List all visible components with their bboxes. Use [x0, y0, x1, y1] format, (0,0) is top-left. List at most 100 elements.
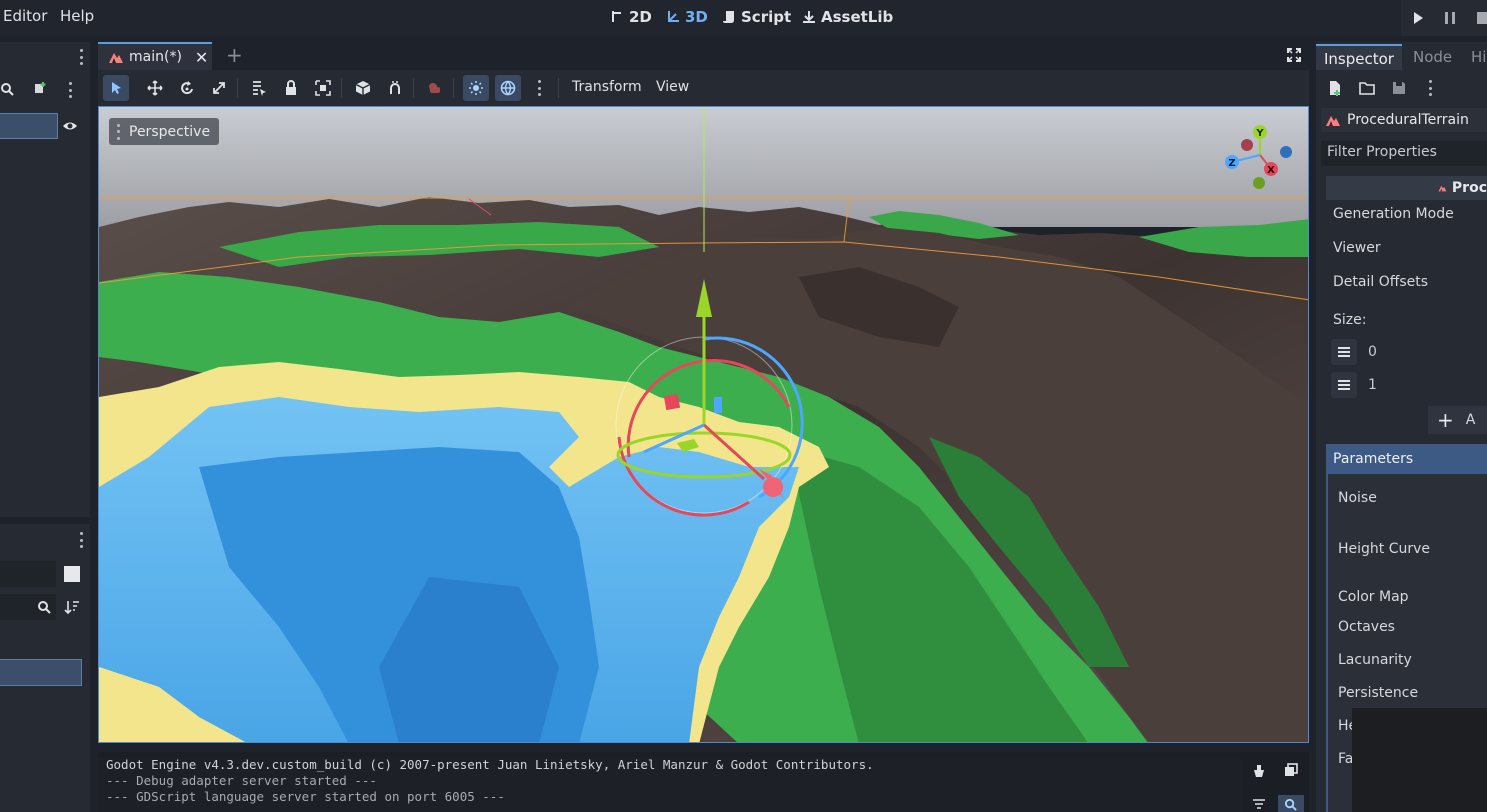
3d-viewport[interactable]: Y X Z Perspective	[98, 106, 1309, 743]
menu-help[interactable]: Help	[60, 7, 94, 25]
prop-lacunarity[interactable]: Lacunarity	[1338, 652, 1412, 668]
path-field[interactable]	[0, 561, 56, 587]
workspace-assetlib-label: AssetLib	[821, 8, 894, 26]
prop-size-label: Size:	[1333, 312, 1367, 328]
scene-tree-options-icon[interactable]	[69, 82, 73, 98]
list-select-icon[interactable]	[249, 78, 269, 98]
perspective-kebab-icon	[117, 123, 121, 140]
mesh-icon[interactable]	[353, 78, 373, 98]
selected-file-item[interactable]	[0, 659, 82, 686]
view-menu[interactable]: View	[656, 79, 689, 95]
play-icon[interactable]	[1410, 10, 1426, 26]
filter-properties-input[interactable]: Filter Properties	[1321, 141, 1487, 166]
toolbar-separator	[453, 78, 454, 98]
sort-icon[interactable]	[64, 599, 80, 615]
menu-editor[interactable]: Editor	[3, 7, 47, 25]
preview-camera-icon[interactable]	[425, 78, 445, 98]
array-index-0: 0	[1368, 344, 1377, 360]
plus-icon: +	[1437, 408, 1454, 432]
save-icon[interactable]	[1391, 80, 1407, 96]
scene-tab-main[interactable]: main(*) ✕	[98, 42, 212, 70]
tab-inspector[interactable]: Inspector	[1316, 44, 1402, 70]
search-output-button[interactable]	[1278, 795, 1304, 812]
workspace-2d-button[interactable]: 2D	[610, 8, 652, 26]
parameters-section: Noise Height Curve Color Map Octaves Lac…	[1326, 474, 1487, 812]
prop-color-map[interactable]: Color Map	[1338, 589, 1409, 605]
terrain-node-icon	[1438, 185, 1447, 192]
class-section-header[interactable]: Proc	[1326, 176, 1487, 200]
log-line: --- GDScript language server started on …	[106, 789, 505, 804]
preview-options-icon[interactable]	[538, 80, 542, 96]
add-element-button[interactable]: + A	[1428, 406, 1487, 434]
tab-history[interactable]: His	[1471, 44, 1487, 70]
copy-output-icon[interactable]	[1284, 763, 1298, 777]
array-item-handle[interactable]	[1331, 339, 1357, 365]
workspace-3d-button[interactable]: 3D	[666, 8, 708, 26]
split-mode-icon[interactable]	[64, 566, 80, 582]
workspace-2d-label: 2D	[629, 8, 652, 26]
pause-icon[interactable]	[1442, 10, 1458, 26]
lock-icon[interactable]	[281, 78, 301, 98]
open-folder-icon[interactable]	[1359, 80, 1375, 96]
group-icon[interactable]	[313, 78, 333, 98]
array-item-handle[interactable]	[1331, 372, 1357, 398]
workspace-script-label: Script	[741, 8, 792, 26]
sun-preview-icon[interactable]	[463, 75, 489, 101]
scene-dock-menu-icon[interactable]	[80, 49, 84, 65]
parameters-section-header[interactable]: Parameters	[1326, 444, 1487, 474]
prop-octaves[interactable]: Octaves	[1338, 619, 1395, 635]
environment-preview-icon[interactable]	[495, 75, 521, 101]
drag-handle-icon	[1338, 347, 1350, 357]
selected-node-path[interactable]: ProceduralTerrain	[1321, 108, 1487, 132]
clear-output-icon[interactable]	[1252, 764, 1266, 778]
scene-tab-bar: main(*) ✕ +	[98, 42, 1309, 70]
tooltip-overlay	[1352, 708, 1487, 812]
terrain-node-icon	[1326, 116, 1340, 126]
workspace-script-button[interactable]: Script	[722, 8, 791, 26]
selected-tree-item[interactable]	[0, 113, 58, 139]
search-icon[interactable]	[0, 82, 14, 96]
terrain-node-icon	[109, 53, 123, 63]
prop-generation-mode[interactable]: Generation Mode	[1333, 206, 1454, 222]
prop-height-curve[interactable]: Height Curve	[1338, 541, 1430, 557]
scale-mode-icon[interactable]	[209, 78, 229, 98]
top-menu-bar: Editor Help 2D 3D Script AssetLib	[0, 0, 1487, 36]
workspace-assetlib-button[interactable]: AssetLib	[802, 8, 893, 26]
inspector-dock: Inspector Node His ProceduralTerrain Fil…	[1316, 42, 1487, 812]
script-icon	[723, 11, 734, 23]
add-tab-icon[interactable]: +	[226, 43, 243, 67]
prop-detail-offsets[interactable]: Detail Offsets	[1333, 274, 1428, 290]
visibility-eye-icon[interactable]	[62, 119, 78, 133]
stop-icon[interactable]	[1475, 10, 1487, 26]
tab-node[interactable]: Node	[1413, 44, 1452, 70]
output-panel: Godot Engine v4.3.dev.custom_build (c) 2…	[98, 752, 1309, 812]
perspective-label: Perspective	[129, 123, 211, 140]
perspective-menu-button[interactable]: Perspective	[109, 118, 220, 145]
new-resource-icon[interactable]	[1327, 80, 1343, 96]
rotate-mode-icon[interactable]	[177, 78, 197, 98]
move-mode-icon[interactable]	[145, 78, 165, 98]
run-controls	[1401, 0, 1487, 36]
prop-persistence[interactable]: Persistence	[1338, 685, 1418, 701]
prop-viewer[interactable]: Viewer	[1333, 240, 1381, 256]
array-index-1: 1	[1368, 377, 1377, 393]
workspace-3d-label: 3D	[685, 8, 708, 26]
scene-tab-label: main(*)	[129, 49, 182, 65]
filter-lines-icon[interactable]	[1252, 798, 1266, 810]
toolbar-separator	[341, 78, 342, 98]
search-icon	[1284, 798, 1297, 811]
gizmo-x-label: X	[1267, 165, 1275, 176]
toolbar-separator	[558, 78, 559, 98]
inspector-options-icon[interactable]	[1429, 80, 1433, 96]
add-element-label: A	[1465, 412, 1476, 428]
attach-script-icon[interactable]	[32, 81, 48, 97]
filesystem-dock-menu-icon[interactable]	[80, 532, 84, 548]
distraction-free-icon[interactable]	[1287, 48, 1301, 62]
drag-handle-icon	[1338, 380, 1350, 390]
3d-icon	[668, 11, 679, 22]
close-tab-icon[interactable]: ✕	[195, 48, 208, 67]
transform-menu[interactable]: Transform	[572, 79, 642, 95]
select-mode-icon[interactable]	[103, 75, 129, 101]
prop-noise[interactable]: Noise	[1338, 490, 1377, 506]
snap-icon[interactable]	[385, 78, 405, 98]
